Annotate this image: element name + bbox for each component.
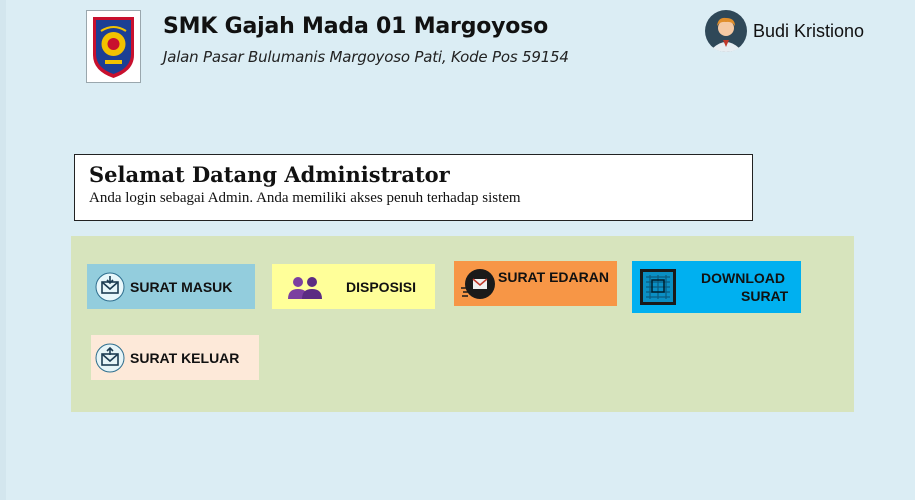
disposisi-button[interactable]: DISPOSISI [272, 264, 435, 309]
surat-edaran-label: SURAT EDARAN [498, 269, 609, 285]
people-icon [288, 276, 322, 299]
school-crest-icon [93, 17, 134, 78]
surat-masuk-label: SURAT MASUK [130, 278, 233, 295]
page-edge [0, 0, 6, 500]
welcome-box: Selamat Datang Administrator Anda login … [74, 154, 753, 221]
surat-keluar-label: SURAT KELUAR [130, 349, 240, 366]
mail-outbox-icon [95, 343, 125, 372]
user-menu[interactable]: Budi Kristiono [705, 10, 864, 52]
surat-keluar-button[interactable]: SURAT KELUAR [91, 335, 259, 380]
send-mail-icon [461, 269, 495, 299]
school-address: Jalan Pasar Bulumanis Margoyoso Pati, Ko… [163, 48, 569, 66]
welcome-subtitle: Anda login sebagai Admin. Anda memiliki … [89, 190, 521, 206]
school-name: SMK Gajah Mada 01 Margoyoso [163, 14, 549, 39]
school-logo [86, 10, 141, 83]
download-label-line1: DOWNLOAD [701, 270, 785, 286]
surat-edaran-button[interactable]: SURAT EDARAN [454, 261, 617, 306]
disposisi-label: DISPOSISI [346, 278, 417, 295]
download-document-icon [640, 269, 676, 305]
download-surat-button[interactable]: DOWNLOAD SURAT [632, 261, 801, 313]
mail-inbox-icon [95, 272, 125, 301]
welcome-title: Selamat Datang Administrator [89, 162, 450, 187]
surat-masuk-button[interactable]: SURAT MASUK [87, 264, 255, 309]
user-name: Budi Kristiono [753, 20, 865, 41]
download-label-line2: SURAT [741, 288, 789, 304]
user-avatar-icon[interactable] [705, 10, 747, 52]
